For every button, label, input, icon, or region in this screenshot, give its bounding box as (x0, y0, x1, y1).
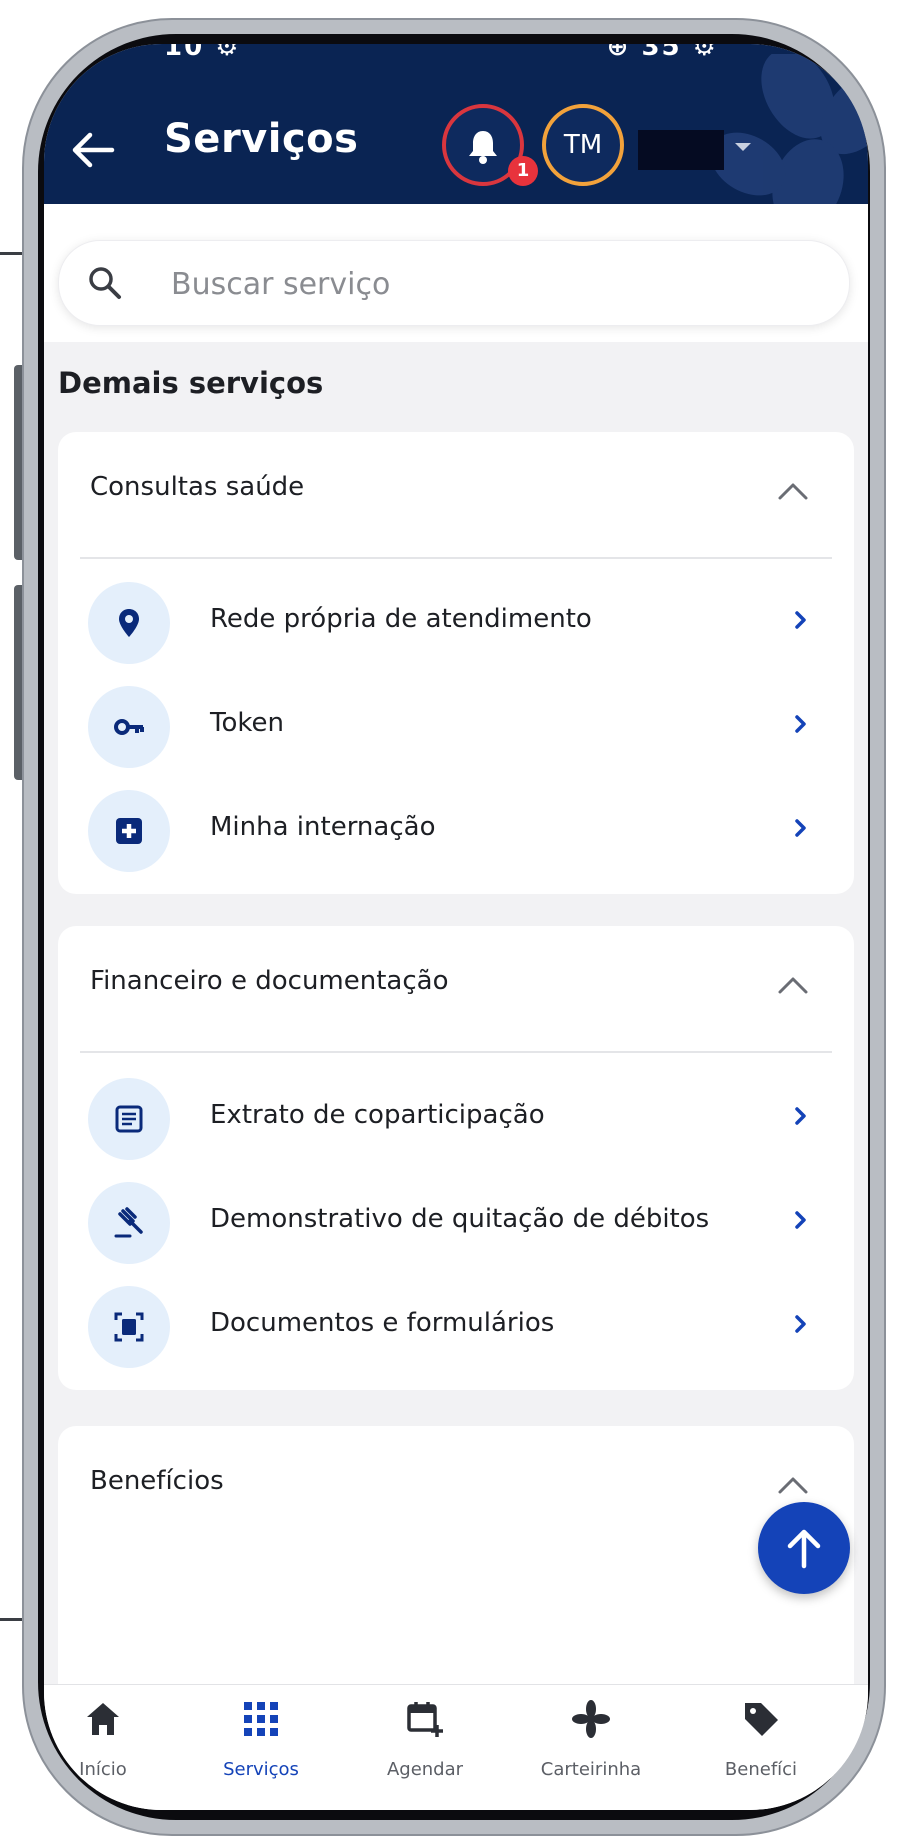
page-title: Serviços (164, 116, 359, 162)
group-card-beneficios: Benefícios (58, 1426, 854, 1726)
nav-label: Serviços (223, 1759, 299, 1780)
nav-label: Carteirinha (540, 1759, 642, 1780)
bell-icon (469, 131, 497, 164)
nav-label: Benefíci (724, 1759, 798, 1780)
group-title: Consultas saúde (90, 472, 305, 502)
nav-item-carteirinha[interactable]: Carteirinha (516, 1685, 666, 1810)
list-item-label: Demonstrativo de quitação de débitos (210, 1204, 710, 1234)
list-item-label: Documentos e formulários (210, 1308, 555, 1338)
divider (80, 557, 832, 559)
chevron-up-icon (778, 483, 808, 500)
scroll-to-top-button[interactable] (758, 1502, 850, 1594)
item-icon-badge (88, 1078, 170, 1160)
chevron-right-icon (795, 819, 806, 837)
group-header[interactable]: Benefícios (58, 1426, 854, 1552)
nav-label: Agendar (386, 1759, 464, 1780)
chevron-right-icon (795, 1315, 806, 1333)
list-item-label: Minha internação (210, 812, 436, 842)
home-icon (87, 1703, 119, 1735)
item-icon-badge (88, 1286, 170, 1368)
grid-icon (244, 1702, 278, 1736)
chevron-right-icon (795, 611, 806, 629)
location-pin-icon (119, 609, 139, 637)
group-card-consultas-saude: Consultas saúde Rede própria de atendime… (58, 432, 854, 894)
document-scan-icon (114, 1312, 144, 1342)
chevron-right-icon (795, 715, 806, 733)
item-icon-badge (88, 686, 170, 768)
search-area (44, 204, 868, 342)
nav-item-servicos[interactable]: Serviços (186, 1685, 336, 1810)
notifications-button[interactable]: 1 (442, 104, 538, 186)
main-content[interactable]: Demais serviços Consultas saúde Rede pró… (44, 204, 868, 1726)
list-item-demonstrativo-quitacao[interactable]: Demonstrativo de quitação de débitos (58, 1168, 854, 1272)
nav-item-inicio[interactable]: Início (44, 1685, 178, 1810)
bottom-navigation: Início Serviços Agendar Carteirinha Bene… (44, 1684, 868, 1810)
tag-icon (745, 1703, 778, 1736)
group-card-financeiro: Financeiro e documentação Extrato de cop… (58, 926, 854, 1390)
back-button[interactable] (62, 120, 122, 180)
chevron-up-icon (778, 1477, 808, 1494)
chevron-down-icon[interactable] (732, 140, 754, 154)
divider (80, 1051, 832, 1053)
chevron-right-icon (795, 1211, 806, 1229)
avatar[interactable]: TM (542, 104, 624, 186)
list-item-minha-internacao[interactable]: Minha internação (58, 776, 854, 880)
group-title: Financeiro e documentação (90, 966, 449, 996)
nav-item-beneficios[interactable]: Benefíci (686, 1685, 836, 1810)
gavel-icon (114, 1207, 143, 1238)
status-bar: 10 ⚙ ⊕ 35 ⚙ (44, 44, 868, 84)
nav-label: Início (79, 1759, 127, 1780)
section-title: Demais serviços (58, 366, 324, 400)
status-bar-indicators: ⊕ 35 ⚙ (606, 44, 718, 62)
status-bar-time: 10 ⚙ (164, 44, 241, 62)
item-icon-badge (88, 1182, 170, 1264)
item-icon-badge (88, 582, 170, 664)
account-name-redacted (638, 130, 724, 170)
chevron-up-icon (778, 977, 808, 994)
list-item-token[interactable]: Token (58, 672, 854, 776)
search-box[interactable] (58, 240, 850, 326)
group-header[interactable]: Financeiro e documentação (58, 926, 854, 1052)
list-item-label: Token (210, 708, 284, 738)
group-title: Benefícios (90, 1466, 224, 1496)
phone-screen: 10 ⚙ ⊕ 35 ⚙ Serviços 1 TM Buscar serviço… (44, 44, 868, 1810)
list-item-label: Extrato de coparticipação (210, 1100, 545, 1130)
calendar-add-icon (407, 1702, 443, 1737)
list-item-rede-propria[interactable]: Rede própria de atendimento (58, 568, 854, 672)
search-input[interactable] (169, 255, 813, 313)
key-icon (114, 719, 144, 735)
app-header: 10 ⚙ ⊕ 35 ⚙ Serviços 1 TM (44, 44, 868, 204)
chevron-right-icon (795, 1107, 806, 1125)
medical-cross-icon (116, 818, 142, 844)
arrow-up-icon (787, 1529, 821, 1569)
nav-item-agendar[interactable]: Agendar (350, 1685, 500, 1810)
list-item-extrato-coparticipacao[interactable]: Extrato de coparticipação (58, 1064, 854, 1168)
list-item-label: Rede própria de atendimento (210, 604, 592, 634)
notification-badge: 1 (508, 156, 538, 186)
card-flower-icon (572, 1700, 610, 1738)
search-icon (89, 267, 121, 299)
arrow-left-icon (72, 132, 115, 168)
item-icon-badge (88, 790, 170, 872)
list-item-documentos-formularios[interactable]: Documentos e formulários (58, 1272, 854, 1376)
group-header[interactable]: Consultas saúde (58, 432, 854, 558)
statement-icon (115, 1105, 143, 1133)
